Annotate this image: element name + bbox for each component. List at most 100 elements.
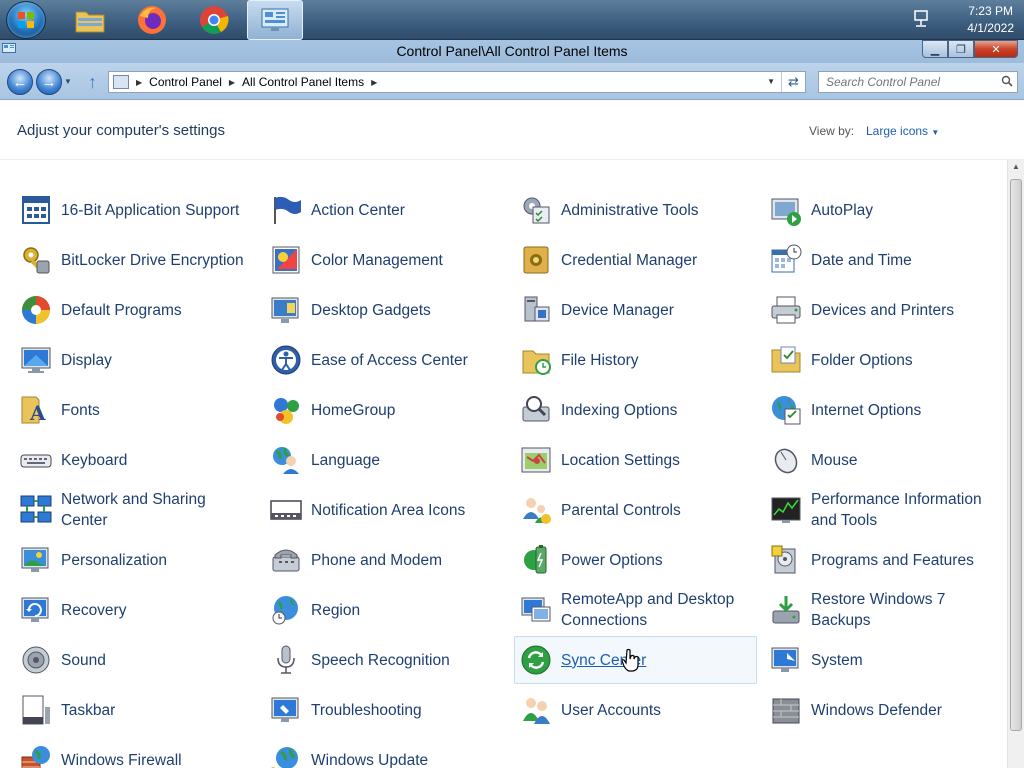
cp-item-file-history[interactable]: File History (514, 336, 757, 384)
cp-item-16-bit-application-support[interactable]: 16-Bit Application Support (14, 186, 257, 234)
scrollbar-thumb[interactable] (1010, 179, 1022, 731)
cp-item-remoteapp-and-desktop-connections[interactable]: RemoteApp and Desktop Connections (514, 586, 757, 634)
cp-item-power-options[interactable]: Power Options (514, 536, 757, 584)
cp-item-homegroup[interactable]: HomeGroup (264, 386, 507, 434)
cp-item-label: Windows Firewall (61, 751, 182, 768)
windows-logo-icon (18, 12, 34, 28)
address-history-dropdown[interactable]: ▼ (767, 77, 775, 86)
close-button[interactable]: ✕ (974, 40, 1018, 58)
taskbar-clock[interactable]: 7:23 PM 4/1/2022 (967, 3, 1014, 37)
globe-icon (769, 393, 803, 427)
cp-item-folder-options[interactable]: Folder Options (764, 336, 1007, 384)
maximize-button[interactable]: ❐ (948, 40, 974, 58)
cp-item-desktop-gadgets[interactable]: Desktop Gadgets (264, 286, 507, 334)
cp-item-phone-and-modem[interactable]: Phone and Modem (264, 536, 507, 584)
cp-item-troubleshooting[interactable]: Troubleshooting (264, 686, 507, 734)
breadcrumb-all-items[interactable]: All Control Panel Items (242, 75, 364, 89)
backup-icon (769, 593, 803, 627)
cp-item-notification-area-icons[interactable]: Notification Area Icons (264, 486, 507, 534)
cp-item-fonts[interactable]: A Fonts (14, 386, 257, 434)
cp-item-parental-controls[interactable]: Parental Controls (514, 486, 757, 534)
breadcrumb-chevron-icon[interactable]: ▶ (371, 78, 377, 87)
breadcrumb-chevron-icon[interactable]: ▶ (136, 78, 142, 87)
up-button[interactable]: ↑ (88, 72, 97, 93)
cp-item-label: Personalization (61, 551, 167, 569)
cp-item-system[interactable]: System (764, 636, 1007, 684)
back-button[interactable]: ← (7, 69, 33, 95)
cp-item-language[interactable]: Language (264, 436, 507, 484)
parental-icon (519, 493, 553, 527)
cp-item-credential-manager[interactable]: Credential Manager (514, 236, 757, 284)
ease-access-icon (269, 343, 303, 377)
breadcrumb[interactable]: ▶ Control Panel ▶ All Control Panel Item… (108, 71, 806, 93)
network-tray-icon[interactable] (913, 10, 929, 31)
search-icon[interactable] (1001, 75, 1013, 87)
cp-item-sound[interactable]: Sound (14, 636, 257, 684)
cp-item-indexing-options[interactable]: Indexing Options (514, 386, 757, 434)
cp-item-recovery[interactable]: Recovery (14, 586, 257, 634)
cp-item-programs-and-features[interactable]: Programs and Features (764, 536, 1007, 584)
view-mode-dropdown[interactable]: Large icons ▼ (866, 124, 939, 138)
cp-item-label: Action Center (311, 201, 405, 219)
cp-item-bitlocker-drive-encryption[interactable]: BitLocker Drive Encryption (14, 236, 257, 284)
cp-item-label: File History (561, 351, 639, 369)
taskbar-file-explorer[interactable] (62, 0, 118, 40)
cp-item-windows-update[interactable]: Windows Update (264, 736, 507, 768)
monitor-icon (19, 343, 53, 377)
cp-item-autoplay[interactable]: AutoPlay (764, 186, 1007, 234)
default-programs-icon (19, 293, 53, 327)
svg-text:A: A (29, 401, 46, 425)
cp-item-label: Recovery (61, 601, 127, 619)
refresh-button[interactable]: ⇄ (781, 72, 805, 92)
mouse-icon (769, 443, 803, 477)
control-panel-icon (261, 8, 289, 31)
cp-item-windows-defender[interactable]: Windows Defender (764, 686, 1007, 734)
cp-item-administrative-tools[interactable]: Administrative Tools (514, 186, 757, 234)
cp-item-default-programs[interactable]: Default Programs (14, 286, 257, 334)
cp-item-keyboard[interactable]: Keyboard (14, 436, 257, 484)
cp-item-internet-options[interactable]: Internet Options (764, 386, 1007, 434)
cp-item-label: Taskbar (61, 701, 116, 719)
taskbar-chrome[interactable] (186, 0, 242, 40)
minimize-button[interactable]: ▁ (922, 40, 948, 58)
cp-item-ease-of-access-center[interactable]: Ease of Access Center (264, 336, 507, 384)
breadcrumb-control-panel[interactable]: Control Panel (149, 75, 222, 89)
calendar-clock-icon (769, 243, 803, 277)
cp-item-label: Notification Area Icons (311, 501, 466, 519)
cp-item-region[interactable]: Region (264, 586, 507, 634)
folder-icon (75, 11, 105, 33)
cp-item-windows-firewall[interactable]: Windows Firewall (14, 736, 257, 768)
cp-item-label: Default Programs (61, 301, 182, 319)
cp-item-personalization[interactable]: Personalization (14, 536, 257, 584)
cp-item-display[interactable]: Display (14, 336, 257, 384)
cp-item-color-management[interactable]: Color Management (264, 236, 507, 284)
cp-item-mouse[interactable]: Mouse (764, 436, 1007, 484)
recent-pages-dropdown[interactable]: ▼ (64, 77, 72, 86)
search-input[interactable] (819, 72, 989, 92)
cp-item-action-center[interactable]: Action Center (264, 186, 507, 234)
cp-item-location-settings[interactable]: Location Settings (514, 436, 757, 484)
vertical-scrollbar[interactable]: ▲ (1007, 160, 1024, 768)
cp-item-label: Desktop Gadgets (311, 301, 431, 319)
address-bar: ← → ▼ ↑ ▶ Control Panel ▶ All Control Pa… (0, 63, 1024, 100)
breadcrumb-chevron-icon[interactable]: ▶ (229, 78, 235, 87)
window-titlebar[interactable]: Control Panel\All Control Panel Items ▁ … (0, 40, 1024, 63)
admin-tools-icon (519, 193, 553, 227)
hand-cursor-icon (622, 648, 639, 672)
start-button[interactable] (6, 1, 46, 39)
personalization-icon (19, 543, 53, 577)
cp-item-label: HomeGroup (311, 401, 396, 419)
taskbar-control-panel[interactable] (247, 0, 303, 40)
cp-item-date-and-time[interactable]: Date and Time (764, 236, 1007, 284)
cp-item-speech-recognition[interactable]: Speech Recognition (264, 636, 507, 684)
cp-item-taskbar[interactable]: Taskbar (14, 686, 257, 734)
scroll-up-icon[interactable]: ▲ (1012, 162, 1020, 171)
cp-item-devices-and-printers[interactable]: Devices and Printers (764, 286, 1007, 334)
cp-item-performance-information-and-tools[interactable]: Performance Information and Tools (764, 486, 1007, 534)
cp-item-user-accounts[interactable]: User Accounts (514, 686, 757, 734)
cp-item-restore-windows-7-backups[interactable]: Restore Windows 7 Backups (764, 586, 1007, 634)
cp-item-device-manager[interactable]: Device Manager (514, 286, 757, 334)
cp-item-network-and-sharing-center[interactable]: Network and Sharing Center (14, 486, 257, 534)
taskbar-firefox[interactable] (124, 0, 180, 40)
forward-button[interactable]: → (36, 69, 62, 95)
